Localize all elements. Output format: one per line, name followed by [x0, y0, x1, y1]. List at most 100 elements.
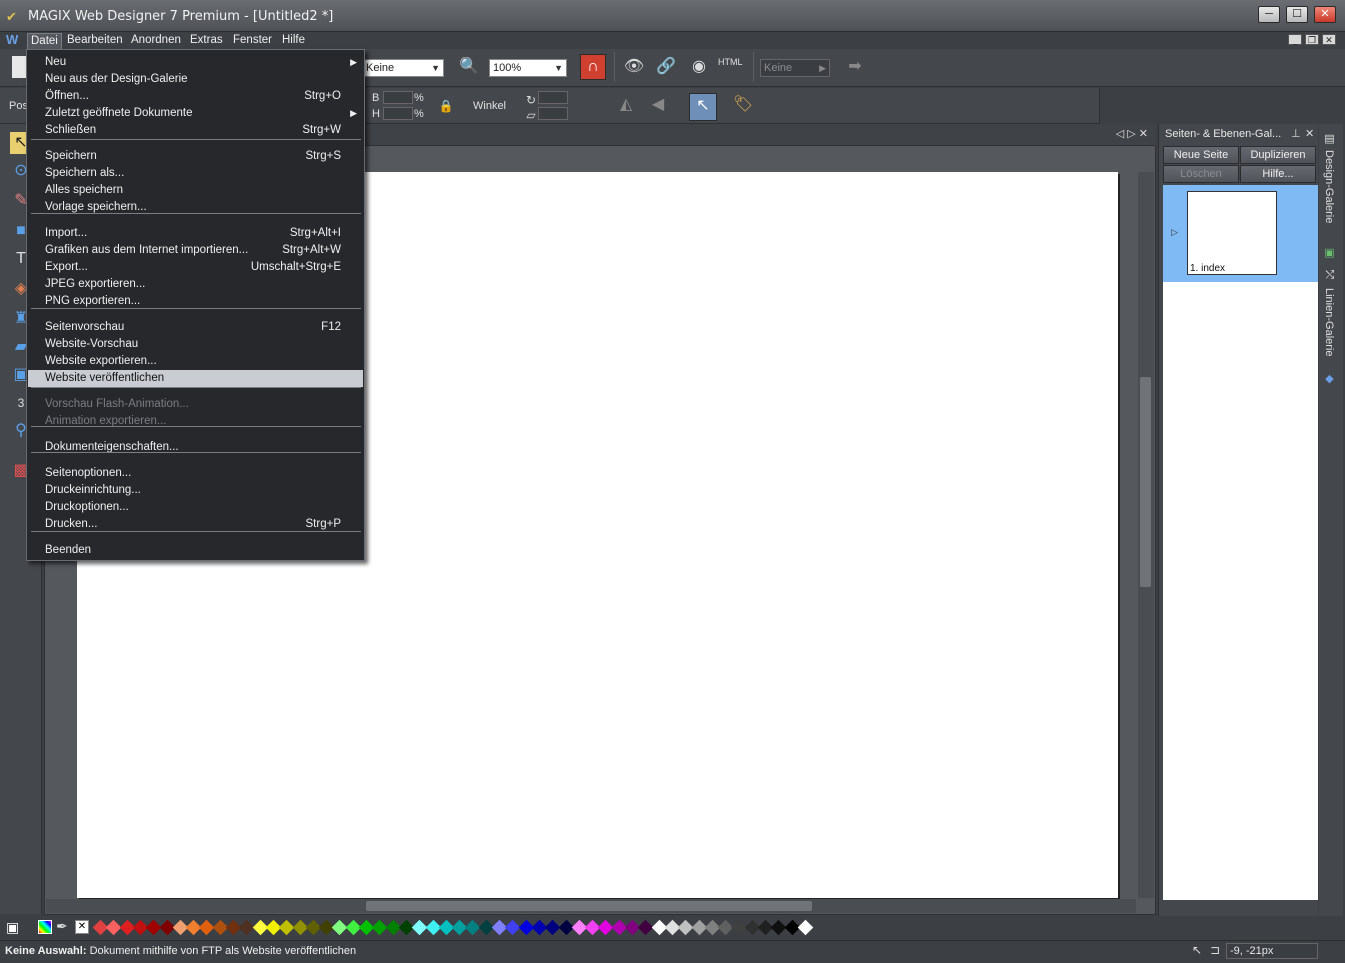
file-menu-item[interactable]: Öffnen... Strg+O: [28, 88, 363, 105]
file-menu-item[interactable]: Grafiken aus dem Internet importieren...…: [28, 242, 363, 259]
width-field[interactable]: [383, 91, 413, 104]
file-menu-item[interactable]: Speichern Strg+S: [28, 148, 363, 165]
angle-label: Winkel: [473, 100, 507, 112]
file-menu-item[interactable]: Beenden: [28, 542, 363, 559]
snap-magnet-icon[interactable]: ∩: [580, 54, 606, 80]
file-menu-item[interactable]: Druckoptionen...: [28, 499, 363, 516]
file-menu-item-shortcut: Strg+S: [305, 150, 341, 162]
file-menu-item[interactable]: Speichern als...: [28, 165, 363, 182]
color-editor-icon[interactable]: [38, 920, 52, 934]
file-menu-item[interactable]: Neu ▶: [28, 54, 363, 71]
file-menu-item-label: Druckeinrichtung...: [45, 484, 141, 496]
doc-close-button[interactable]: ✕: [1322, 34, 1336, 45]
file-menu-item-label: Website exportieren...: [45, 355, 157, 367]
quality-combo[interactable]: Keine ▼: [362, 59, 444, 77]
new-document-icon[interactable]: [12, 56, 26, 78]
menu-fenster[interactable]: Fenster: [230, 33, 275, 49]
duplicate-button[interactable]: Duplizieren: [1240, 146, 1316, 164]
file-menu-item[interactable]: Druckeinrichtung...: [28, 482, 363, 499]
menu-separator: [31, 213, 361, 214]
flip-vertical-icon[interactable]: ◀: [646, 93, 670, 117]
app-w-icon: W: [6, 32, 19, 47]
file-menu-item[interactable]: Website-Vorschau: [28, 336, 363, 353]
menu-anordnen[interactable]: Anordnen: [128, 33, 184, 49]
tag-icon[interactable]: 🏷: [731, 93, 755, 117]
aspect-lock-icon[interactable]: 🔒: [434, 94, 458, 118]
submenu-arrow-icon: ▶: [350, 57, 357, 67]
html-code-icon[interactable]: HTML: [718, 57, 743, 67]
doc-tab-nav-icon[interactable]: ◁ ▷ ✕: [1116, 127, 1148, 140]
submenu-arrow-icon: ▶: [350, 108, 357, 118]
file-menu-item[interactable]: Website veröffentlichen: [28, 370, 363, 387]
toolbar-separator: [614, 52, 615, 82]
file-menu-item-label: JPEG exportieren...: [45, 278, 146, 290]
tab-line-gallery[interactable]: Linien-Galerie: [1323, 288, 1335, 356]
zoom-combo[interactable]: 100% ▼: [489, 59, 567, 77]
file-menu-item-shortcut: Strg+W: [302, 124, 341, 136]
menu-separator: [31, 531, 361, 532]
height-field[interactable]: [383, 107, 413, 120]
file-menu-item[interactable]: Schließen Strg+W: [28, 122, 363, 139]
close-button[interactable]: ✕: [1314, 6, 1336, 23]
design-gallery-icon[interactable]: ▤: [1323, 132, 1336, 145]
minimize-button[interactable]: ─: [1258, 6, 1280, 23]
delete-button: Löschen: [1163, 165, 1239, 183]
menu-hilfe[interactable]: Hilfe: [279, 33, 308, 49]
file-menu-item[interactable]: Import... Strg+Alt+I: [28, 225, 363, 242]
skew-field[interactable]: [538, 107, 568, 120]
file-menu-item[interactable]: Seitenvorschau F12: [28, 319, 363, 336]
horizontal-scrollbar[interactable]: [46, 899, 1136, 913]
file-menu-item[interactable]: Alles speichern: [28, 182, 363, 199]
file-menu-item[interactable]: Export... Umschalt+Strg+E: [28, 259, 363, 276]
tab-design-gallery[interactable]: Design-Galerie: [1323, 150, 1335, 223]
fill-gallery-icon[interactable]: ▣: [1323, 246, 1336, 259]
color-palette-bar: ▣ ✒ ✕: [0, 917, 1345, 939]
maximize-button[interactable]: ☐: [1286, 6, 1308, 23]
file-menu-item-label: Druckoptionen...: [45, 501, 129, 513]
file-menu-item[interactable]: Neu aus der Design-Galerie: [28, 71, 363, 88]
select-inside-icon[interactable]: ↖: [689, 93, 717, 121]
file-menu-item-label: Website veröffentlichen: [45, 372, 165, 384]
file-menu-item[interactable]: Zuletzt geöffnete Dokumente ▶: [28, 105, 363, 122]
doc-restore-button[interactable]: ❐: [1305, 34, 1319, 45]
file-menu-item-label: Seitenvorschau: [45, 321, 125, 333]
bucket-gallery-icon[interactable]: ◆: [1323, 372, 1336, 385]
vertical-scroll-thumb[interactable]: [1140, 377, 1151, 587]
vertical-scrollbar[interactable]: [1138, 172, 1154, 898]
no-fill-icon[interactable]: ✕: [75, 920, 89, 934]
page-layer-gallery: Seiten- & Ebenen-Gal... ⊥ ✕ Neue Seite D…: [1158, 124, 1318, 916]
file-menu-item[interactable]: JPEG exportieren...: [28, 276, 363, 293]
height-label: H: [372, 108, 380, 120]
file-menu-item[interactable]: Website exportieren...: [28, 353, 363, 370]
file-menu-item[interactable]: Dokumenteigenschaften...: [28, 439, 363, 456]
file-menu-item-label: Dokumenteigenschaften...: [45, 441, 179, 453]
doc-minimize-button[interactable]: _: [1288, 34, 1302, 45]
cursor-mode-icon: ↖: [1192, 943, 1203, 957]
expand-icon[interactable]: ▷: [1171, 227, 1178, 238]
zoom-tool-icon[interactable]: 🔍: [457, 55, 481, 79]
menu-separator: [31, 387, 361, 388]
menu-datei[interactable]: Datei: [27, 33, 62, 49]
gallery-close-icon[interactable]: ✕: [1305, 127, 1314, 140]
file-menu-item-shortcut: F12: [321, 321, 341, 333]
link-icon[interactable]: 🔗: [654, 55, 678, 79]
help-button[interactable]: Hilfe...: [1240, 165, 1316, 183]
color-swatch[interactable]: [797, 919, 814, 936]
preview-eye-icon[interactable]: 👁: [622, 55, 646, 79]
horizontal-scroll-thumb[interactable]: [366, 901, 812, 911]
file-menu-item-label: Zuletzt geöffnete Dokumente: [45, 107, 193, 119]
line-gallery-icon[interactable]: ⤱: [1323, 270, 1335, 279]
web-properties-icon[interactable]: ◉: [687, 55, 711, 79]
no-color-icon[interactable]: ▣: [6, 919, 19, 936]
file-menu-item-label: Export...: [45, 261, 88, 273]
flip-horizontal-icon[interactable]: ◭: [614, 93, 638, 117]
menu-extras[interactable]: Extras: [187, 33, 226, 49]
page-list-item[interactable]: ▷ 1. index: [1163, 185, 1318, 282]
menu-bearbeiten[interactable]: Bearbeiten: [64, 33, 126, 49]
eyedropper-icon[interactable]: ✒: [56, 918, 68, 935]
status-bar: Keine Auswahl: Dokument mithilfe von FTP…: [0, 940, 1345, 963]
new-page-button[interactable]: Neue Seite: [1163, 146, 1239, 164]
file-menu-item[interactable]: Seitenoptionen...: [28, 465, 363, 482]
pin-icon[interactable]: ⊥: [1291, 127, 1301, 140]
toolbar-separator: [753, 52, 754, 82]
